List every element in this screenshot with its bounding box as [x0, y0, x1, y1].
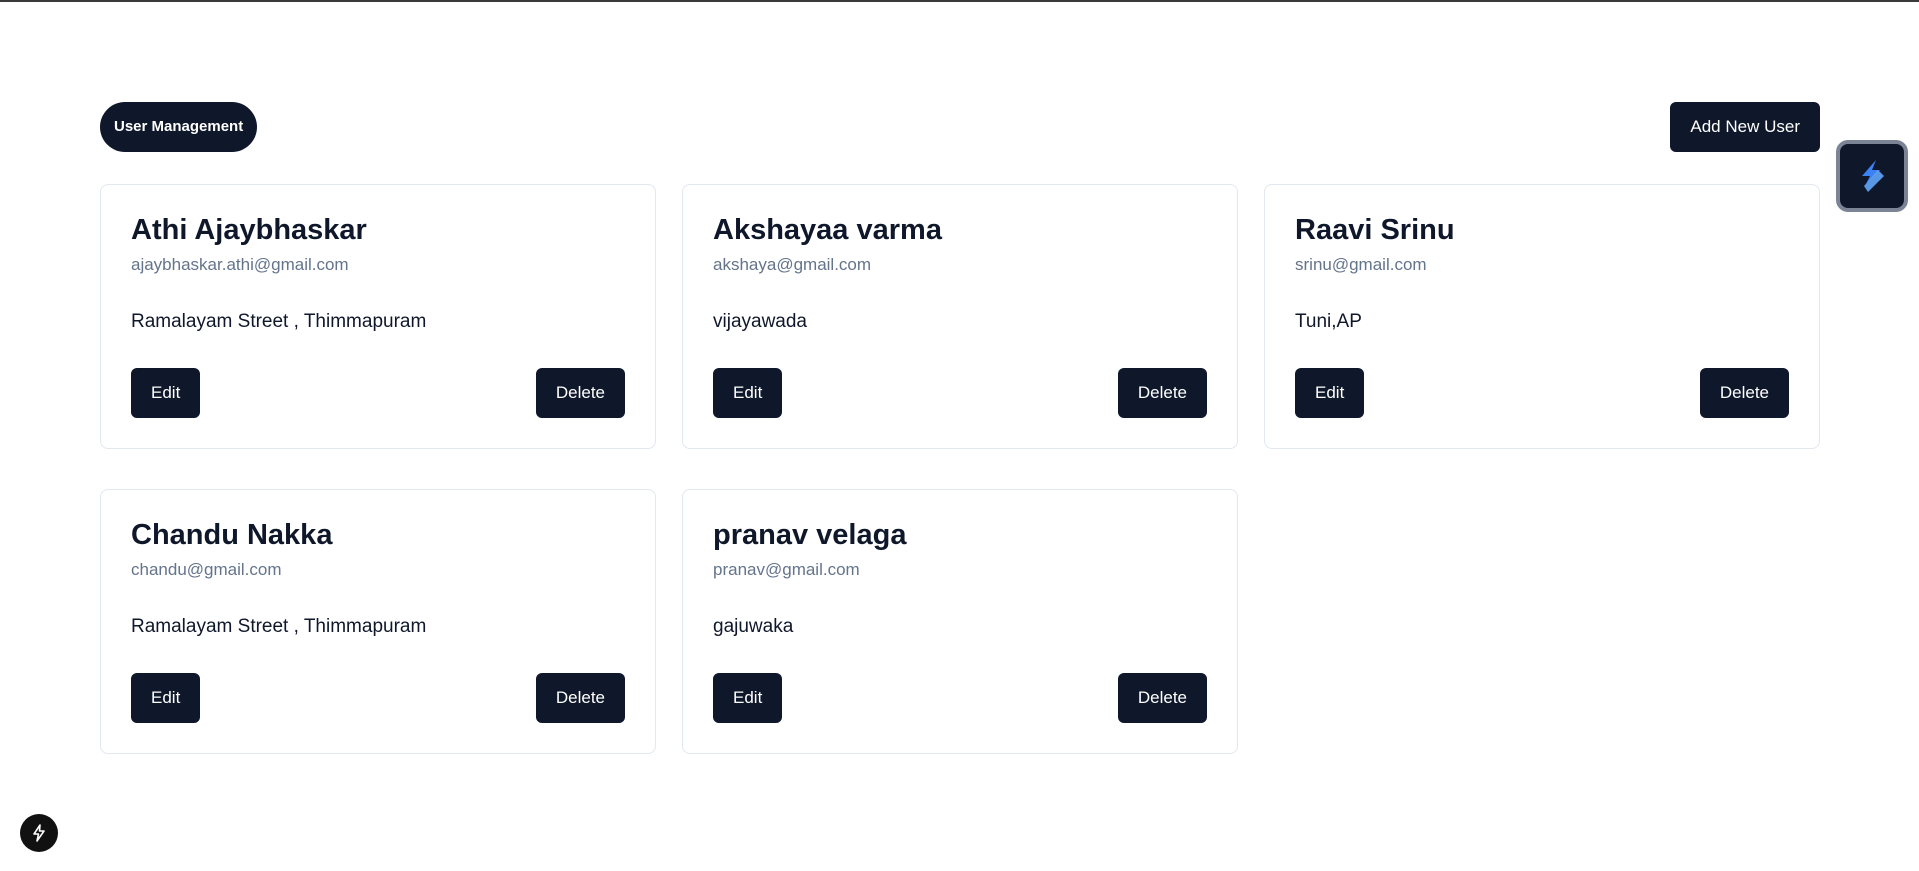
delete-button[interactable]: Delete	[535, 368, 625, 418]
edit-button[interactable]: Edit	[713, 673, 783, 723]
top-divider	[0, 0, 1919, 2]
app-logo-icon[interactable]	[1836, 140, 1908, 212]
user-address: Tuni,AP	[1295, 311, 1362, 332]
user-address: gajuwaka	[713, 616, 794, 637]
user-name: Athi Ajaybhaskar	[131, 214, 367, 246]
delete-button[interactable]: Delete	[1699, 368, 1789, 418]
edit-button[interactable]: Edit	[131, 368, 201, 418]
delete-button[interactable]: Delete	[535, 673, 625, 723]
user-name: Raavi Srinu	[1295, 214, 1455, 246]
card-actions: Edit Delete	[713, 673, 1207, 723]
card-actions: Edit Delete	[131, 673, 625, 723]
user-card: Athi Ajaybhaskar ajaybhaskar.athi@gmail.…	[100, 184, 656, 449]
user-card: pranav velaga pranav@gmail.com gajuwaka …	[682, 489, 1238, 754]
page-header: User Management Add New User	[100, 102, 1820, 152]
user-email: ajaybhaskar.athi@gmail.com	[131, 255, 349, 274]
user-address: vijayawada	[713, 311, 807, 332]
user-management-page: User Management Add New User Athi Ajaybh…	[100, 102, 1820, 754]
user-name: Akshayaa varma	[713, 214, 942, 246]
user-email: srinu@gmail.com	[1295, 255, 1427, 274]
card-actions: Edit Delete	[131, 368, 625, 418]
user-email: akshaya@gmail.com	[713, 255, 872, 274]
user-name: pranav velaga	[713, 519, 907, 551]
user-email: pranav@gmail.com	[713, 560, 860, 579]
user-card: Akshayaa varma akshaya@gmail.com vijayaw…	[682, 184, 1238, 449]
user-card-grid: Athi Ajaybhaskar ajaybhaskar.athi@gmail.…	[100, 184, 1820, 754]
user-email: chandu@gmail.com	[131, 560, 282, 579]
lightning-bolt-icon-glyph	[33, 824, 45, 842]
card-actions: Edit Delete	[1295, 368, 1789, 418]
user-card: Chandu Nakka chandu@gmail.com Ramalayam …	[100, 489, 656, 754]
lightning-bolt-icon[interactable]	[20, 814, 58, 852]
edit-button[interactable]: Edit	[713, 368, 783, 418]
page-title: User Management	[100, 102, 258, 152]
user-address: Ramalayam Street , Thimmapuram	[131, 616, 427, 637]
delete-button[interactable]: Delete	[1117, 368, 1207, 418]
card-actions: Edit Delete	[713, 368, 1207, 418]
add-new-user-button[interactable]: Add New User	[1670, 102, 1820, 152]
user-card: Raavi Srinu srinu@gmail.com Tuni,AP Edit…	[1264, 184, 1820, 449]
delete-button[interactable]: Delete	[1117, 673, 1207, 723]
user-name: Chandu Nakka	[131, 519, 333, 551]
app-logo-icon-glyph	[1862, 160, 1884, 192]
edit-button[interactable]: Edit	[1295, 368, 1365, 418]
user-address: Ramalayam Street , Thimmapuram	[131, 311, 427, 332]
edit-button[interactable]: Edit	[131, 673, 201, 723]
